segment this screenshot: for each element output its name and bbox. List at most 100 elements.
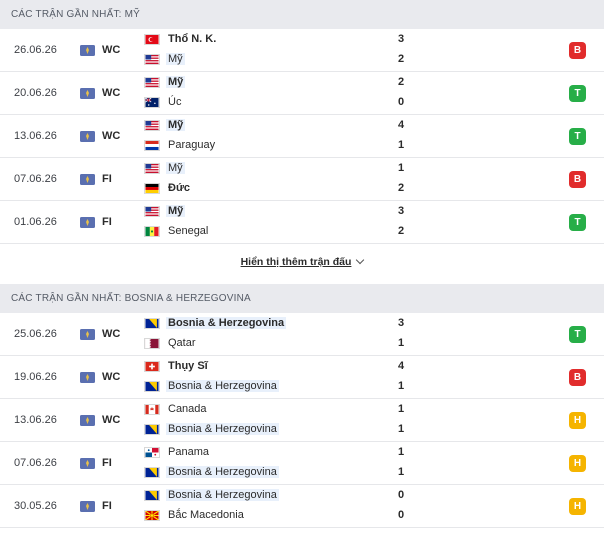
home-team: Thụy Sĩ <box>144 359 404 375</box>
match-row[interactable]: 19.06.26 WC Thụy Sĩ Bosnia & Herzegovina… <box>0 356 604 399</box>
home-score: 4 <box>397 119 405 131</box>
friendly-icon <box>80 458 95 469</box>
result-badge-loss: B <box>569 171 586 188</box>
germany-flag <box>144 183 160 194</box>
world-cup-icon <box>80 45 95 56</box>
result-badge-win: T <box>569 326 586 343</box>
bosnia-flag <box>144 424 160 435</box>
match-row[interactable]: 26.06.26 WC Thổ N. K. Mỹ 3 2 B <box>0 29 604 72</box>
match-row[interactable]: 25.06.26 WC Bosnia & Herzegovina Qatar 3… <box>0 313 604 356</box>
match-row[interactable]: 13.06.26 WC Canada Bosnia & Herzegovina … <box>0 399 604 442</box>
senegal-flag <box>144 226 160 237</box>
match-date: 20.06.26 <box>14 87 57 99</box>
team-name: Đức <box>168 182 191 194</box>
home-score: 3 <box>397 205 405 217</box>
competition-label: WC <box>102 130 121 142</box>
result-badge-draw: H <box>569 498 586 515</box>
result-badge-loss: B <box>569 369 586 386</box>
team-name: Canada <box>168 403 207 415</box>
home-score: 3 <box>397 33 405 45</box>
away-team: Bắc Macedonia <box>144 508 404 524</box>
match-row[interactable]: 07.06.26 FI Panama Bosnia & Herzegovina … <box>0 442 604 485</box>
away-score: 2 <box>397 225 405 237</box>
match-row[interactable]: 13.06.26 WC Mỹ Paraguay 4 1 T <box>0 115 604 158</box>
home-score: 2 <box>397 76 405 88</box>
home-score: 4 <box>397 360 405 372</box>
friendly-icon <box>80 501 95 512</box>
match-date: 07.06.26 <box>14 457 57 469</box>
home-team: Bosnia & Herzegovina <box>144 488 404 504</box>
match-date: 25.06.26 <box>14 328 57 340</box>
competition-label: WC <box>102 328 121 340</box>
team-name: Qatar <box>168 337 196 349</box>
canada-flag <box>144 404 160 415</box>
match-row[interactable]: 07.06.26 FI Mỹ Đức 1 2 B <box>0 158 604 201</box>
competition-label: FI <box>102 173 112 185</box>
bosnia-flag <box>144 318 160 329</box>
team-name: Panama <box>168 446 209 458</box>
home-team: Panama <box>144 445 404 461</box>
result-badge-draw: H <box>569 412 586 429</box>
show-more-label: Hiển thị thêm trận đấu <box>240 256 352 268</box>
home-team: Canada <box>144 402 404 418</box>
away-team: Bosnia & Herzegovina <box>144 465 404 481</box>
away-score: 0 <box>397 96 405 108</box>
team-name: Bosnia & Herzegovina <box>166 423 279 435</box>
home-score: 3 <box>397 317 405 329</box>
away-score: 0 <box>397 509 405 521</box>
match-date: 26.06.26 <box>14 44 57 56</box>
result-badge-win: T <box>569 128 586 145</box>
team-name: Thổ N. K. <box>168 33 217 45</box>
usa-flag <box>144 54 160 65</box>
switzerland-flag <box>144 361 160 372</box>
match-row[interactable]: 01.06.26 FI Mỹ Senegal 3 2 T <box>0 201 604 244</box>
away-team: Mỹ <box>144 52 404 68</box>
home-score: 1 <box>397 446 405 458</box>
team-name: Paraguay <box>168 139 216 151</box>
team-name: Bosnia & Herzegovina <box>166 466 279 478</box>
home-score: 0 <box>397 489 405 501</box>
match-row[interactable]: 20.06.26 WC Mỹ Úc 2 0 T <box>0 72 604 115</box>
competition-label: WC <box>102 87 121 99</box>
competition-label: FI <box>102 457 112 469</box>
friendly-icon <box>80 174 95 185</box>
usa-flag <box>144 77 160 88</box>
panama-flag <box>144 447 160 458</box>
away-team: Paraguay <box>144 138 404 154</box>
result-badge-win: T <box>569 85 586 102</box>
world-cup-icon <box>80 88 95 99</box>
turkey-flag <box>144 34 160 45</box>
away-score: 1 <box>397 466 405 478</box>
home-team: Mỹ <box>144 118 404 134</box>
team-name: Mỹ <box>166 119 186 131</box>
away-team: Qatar <box>144 336 404 352</box>
home-team: Mỹ <box>144 75 404 91</box>
home-team: Mỹ <box>144 204 404 220</box>
team-name: Mỹ <box>166 76 186 88</box>
usa-flag <box>144 206 160 217</box>
usa-flag <box>144 163 160 174</box>
match-row[interactable]: 30.05.26 FI Bosnia & Herzegovina Bắc Mac… <box>0 485 604 528</box>
team-name: Bosnia & Herzegovina <box>166 317 287 329</box>
home-team: Bosnia & Herzegovina <box>144 316 404 332</box>
competition-label: WC <box>102 414 121 426</box>
match-date: 30.05.26 <box>14 500 57 512</box>
result-badge-loss: B <box>569 42 586 59</box>
away-team: Bosnia & Herzegovina <box>144 379 404 395</box>
team-name: Mỹ <box>166 53 185 65</box>
result-badge-draw: H <box>569 455 586 472</box>
home-score: 1 <box>397 403 405 415</box>
section-header-usa: CÁC TRẬN GẦN NHẤT: MỸ <box>0 0 604 29</box>
world-cup-icon <box>80 415 95 426</box>
team-name: Thụy Sĩ <box>168 360 208 372</box>
away-team: Úc <box>144 95 404 111</box>
chevron-down-icon <box>356 255 365 265</box>
show-more-link[interactable]: Hiển thị thêm trận đấu <box>0 245 604 277</box>
away-team: Senegal <box>144 224 404 240</box>
paraguay-flag <box>144 140 160 151</box>
team-name: Mỹ <box>166 162 185 174</box>
bosnia-flag <box>144 490 160 501</box>
away-score: 1 <box>397 139 405 151</box>
team-name: Senegal <box>168 225 209 237</box>
world-cup-icon <box>80 372 95 383</box>
